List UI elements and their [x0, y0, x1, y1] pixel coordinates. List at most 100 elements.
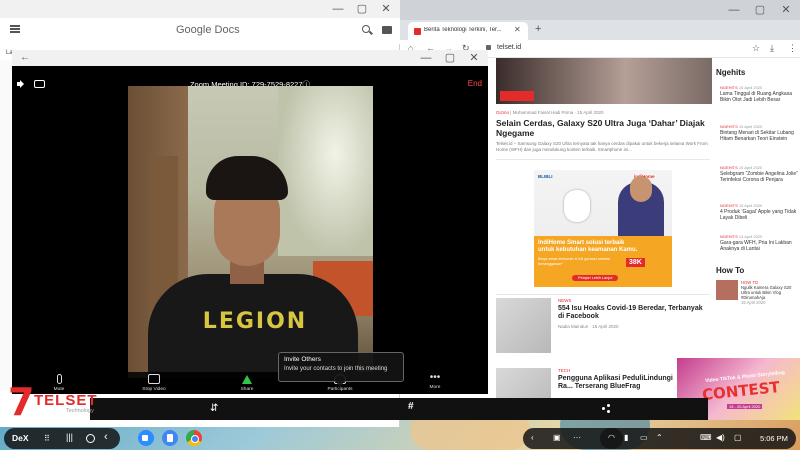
indihome-ad[interactable]: BLIBLI indiHome IndiHome Smart solusi te…: [534, 170, 672, 287]
sidebar-article[interactable]: NGEHITS 15 April 2020 Lama Tinggal di Ru…: [720, 85, 798, 103]
telset-logo-seven: 7: [8, 380, 35, 424]
more-horiz-icon[interactable]: ···: [573, 433, 581, 442]
wifi-icon[interactable]: ◠: [608, 433, 615, 442]
address-bar[interactable]: telset.id: [497, 44, 521, 51]
docs-bottom-bar: ⇵: [90, 398, 400, 420]
maximize-icon[interactable]: ▢: [754, 4, 766, 16]
telset-logo-tagline: Technology: [66, 408, 94, 414]
ad-brand-left: BLIBLI: [538, 174, 553, 179]
zoom-app-icon[interactable]: [138, 430, 154, 446]
apps-grid-icon[interactable]: ⠿: [44, 434, 50, 443]
share-arrow-icon: [242, 375, 252, 384]
expand-up-icon[interactable]: ⌃: [656, 433, 663, 442]
invite-others-tooltip[interactable]: Invite Others Invite your contacts to jo…: [278, 352, 404, 387]
sidebar-article[interactable]: NGEHITS 15 April 2020 Selebgram “Zombie …: [720, 165, 798, 183]
ad-cta-button[interactable]: Pelajari Lebih Lanjut: [572, 275, 619, 281]
ad-person-head: [630, 176, 652, 202]
invite-title: Invite Others: [284, 356, 321, 363]
maximize-icon[interactable]: ▢: [444, 52, 456, 64]
minimize-icon[interactable]: —: [728, 4, 740, 16]
article-title[interactable]: 554 Isu Hoaks Covid-19 Beredar, Terbanya…: [558, 305, 708, 321]
participant-video[interactable]: LEGION: [128, 86, 373, 378]
chevron-left-icon[interactable]: ‹: [531, 433, 534, 442]
recents-icon[interactable]: |||: [66, 432, 73, 442]
article-thumbnail[interactable]: [496, 298, 551, 353]
docs-app-bar: Google Docs: [0, 18, 400, 44]
how-to-article[interactable]: HOW TO Ngulik Kamera Galaxy S20 Ultra un…: [716, 280, 800, 310]
mute-button[interactable]: Mute: [34, 372, 84, 392]
meeting-controls-bar: Mute Stop Video Share Participants ••• M…: [12, 372, 488, 394]
how-to-thumbnail: [716, 280, 738, 300]
divider: [496, 159, 710, 160]
smart-camera-image: [564, 190, 590, 222]
back-chevron-icon[interactable]: ‹: [104, 431, 108, 443]
telset-badge: [500, 91, 534, 101]
tab-close-icon[interactable]: ✕: [514, 25, 521, 34]
docs-app-title: Google Docs: [176, 24, 240, 36]
stop-video-button[interactable]: Stop Video: [129, 372, 179, 392]
zoom-meeting-window: ← — ▢ ✕ Zoom Meeting ID: 729-7529-8227ⓘ …: [12, 50, 488, 394]
close-icon[interactable]: ✕: [380, 3, 392, 15]
format-text-icon[interactable]: ⇵: [210, 403, 218, 414]
microphone-icon: [56, 374, 62, 384]
more-vert-icon[interactable]: ⋮: [788, 43, 797, 54]
article-title[interactable]: Pengguna Aplikasi PeduliLindungi Ra... T…: [558, 375, 676, 391]
screenshot-icon[interactable]: ▣: [553, 433, 561, 442]
folder-icon[interactable]: [382, 26, 392, 34]
video-camera-icon: [148, 374, 160, 384]
more-horiz-icon: •••: [429, 372, 441, 383]
hamburger-menu-icon[interactable]: [10, 25, 20, 33]
telset-favicon-icon: [414, 28, 421, 35]
chrome-bottom-bar: #: [400, 398, 708, 420]
zoom-meeting-view: Zoom Meeting ID: 729-7529-8227ⓘ Password…: [12, 66, 488, 394]
close-icon[interactable]: ✕: [468, 52, 480, 64]
keyboard-icon[interactable]: ⌨: [700, 433, 712, 442]
ad-copy: Biaya sewa termurah & full garansi selam…: [538, 257, 610, 266]
share-button[interactable]: Share: [222, 372, 272, 392]
minimize-icon[interactable]: —: [332, 3, 344, 15]
minimize-icon[interactable]: —: [420, 52, 432, 64]
google-docs-app-icon[interactable]: [162, 430, 178, 446]
new-tab-icon[interactable]: +: [535, 23, 541, 35]
article-title[interactable]: Selain Cerdas, Galaxy S20 Ultra Juga ‘Da…: [496, 118, 710, 138]
dex-taskbar: DeX ⠿ ||| ‹ ‹ ▣ ··· ◠ ▮ ▭ ⌃ ⌨ ◀) ▢ 5:06 …: [0, 427, 800, 450]
volume-icon[interactable]: ◀): [716, 433, 725, 442]
tab-strip: Berita Teknologi Terkini, Ter... ✕ +: [400, 20, 800, 40]
screen-record-icon[interactable]: ▢: [734, 433, 742, 442]
sidebar-article[interactable]: NGEHITS 15 April 2020 4 Produk ‘Gagal’ A…: [720, 203, 798, 221]
ad-price: 38K: [626, 258, 645, 267]
clock[interactable]: 5:06 PM: [760, 434, 788, 443]
end-meeting-button[interactable]: End: [468, 79, 482, 88]
dex-button[interactable]: DeX: [12, 433, 29, 443]
contest-dates: 15 - 25 April 2020: [727, 404, 763, 409]
article-meta: Nadia Maindun · 15 April 2020: [558, 324, 619, 329]
battery-icon[interactable]: ▭: [640, 433, 648, 442]
more-button[interactable]: ••• More: [410, 372, 460, 391]
download-icon[interactable]: ⤓: [770, 43, 774, 54]
maximize-icon[interactable]: ▢: [356, 3, 368, 15]
shirt-logo-text: LEGION: [202, 309, 308, 334]
back-arrow-icon[interactable]: ←: [20, 52, 30, 63]
invite-subtitle: Invite your contacts to join this meetin…: [284, 366, 388, 372]
chrome-app-icon[interactable]: [186, 430, 202, 446]
search-icon[interactable]: [362, 25, 370, 33]
share-icon[interactable]: [602, 404, 610, 413]
signal-icon[interactable]: ▮: [624, 433, 628, 442]
docs-window-titlebar: — ▢ ✕: [0, 0, 400, 18]
bookmark-star-icon[interactable]: ☆: [752, 43, 760, 54]
zoom-window-titlebar: ← — ▢ ✕: [12, 50, 488, 66]
telset-logo-text: TELSET: [34, 392, 98, 409]
close-icon[interactable]: ✕: [780, 4, 792, 16]
sidebar-article[interactable]: NGEHITS 15 April 2020 Bintang Menari di …: [720, 124, 798, 142]
sidebar-article[interactable]: NGEHITS 14 April 2020 Gara-gara WFH, Pri…: [720, 234, 798, 252]
hashtag-icon[interactable]: #: [408, 401, 414, 412]
tab-telset[interactable]: Berita Teknologi Terkini, Ter... ✕: [408, 22, 528, 40]
tab-title: Berita Teknologi Terkini, Ter...: [424, 27, 502, 33]
article-category: NEWS: [558, 298, 572, 303]
chrome-window-titlebar: — ▢ ✕: [400, 0, 800, 20]
home-button-icon[interactable]: [86, 434, 95, 443]
room-window: [278, 86, 373, 256]
system-tray: ◠ ▮ ▭ ⌃ ⌨ ◀) ▢ 5:06 PM: [600, 428, 796, 449]
article-excerpt: Telset.id – Samsung Galaxy S20 Ultra ter…: [496, 141, 708, 152]
sidebar-heading: Ngehits: [716, 68, 746, 77]
